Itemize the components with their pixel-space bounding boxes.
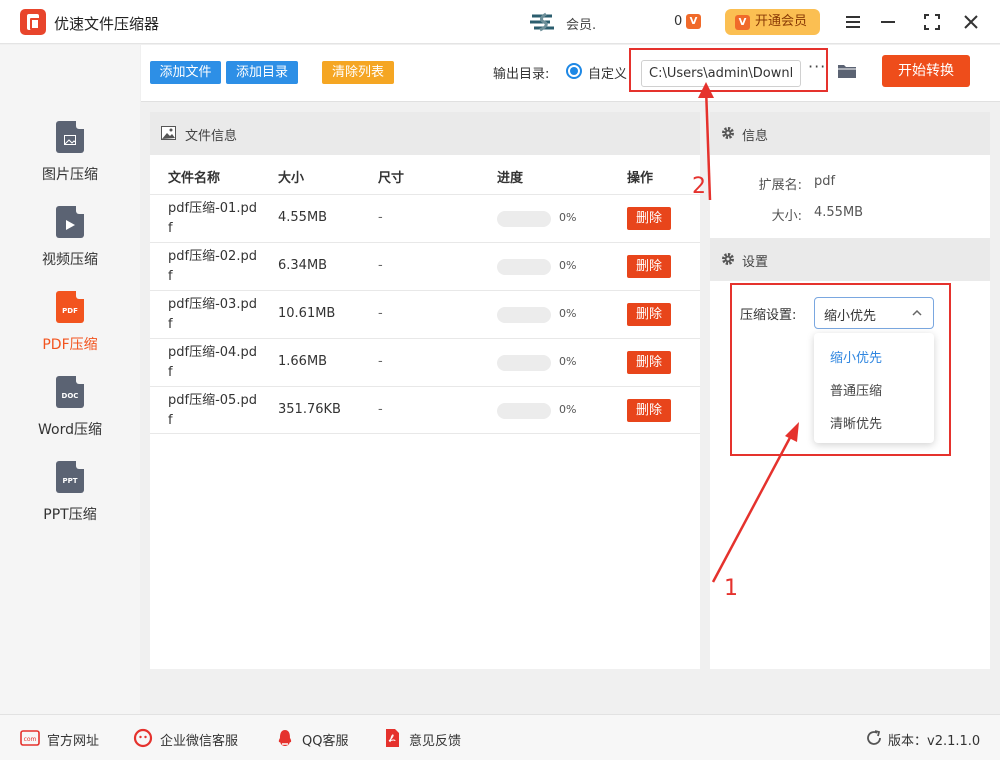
qq-icon[interactable] [275, 728, 295, 748]
svg-text:com: com [24, 736, 37, 743]
refresh-icon[interactable] [864, 728, 884, 748]
version-text: 版本：v2.1.1.0 [888, 734, 981, 749]
feedback-icon[interactable] [382, 728, 402, 748]
annotation-number-1: 1 [724, 576, 738, 601]
feedback-link[interactable]: 意见反馈 [409, 730, 461, 749]
qq-support-link[interactable]: QQ客服 [302, 730, 348, 749]
annotation-number-2: 2 [692, 174, 706, 199]
annotation-arrows [698, 82, 799, 583]
website-link[interactable]: 官方网址 [47, 730, 99, 749]
website-icon[interactable]: com [20, 728, 40, 748]
wechat-icon[interactable] [133, 728, 153, 748]
arrow-head-1 [785, 422, 799, 442]
wechat-support-link[interactable]: 企业微信客服 [160, 730, 238, 749]
arrow-head-2 [698, 82, 714, 98]
footer: com 官方网址 企业微信客服 QQ客服 意见反馈 版本：v2.1.1.0 [0, 714, 1000, 760]
